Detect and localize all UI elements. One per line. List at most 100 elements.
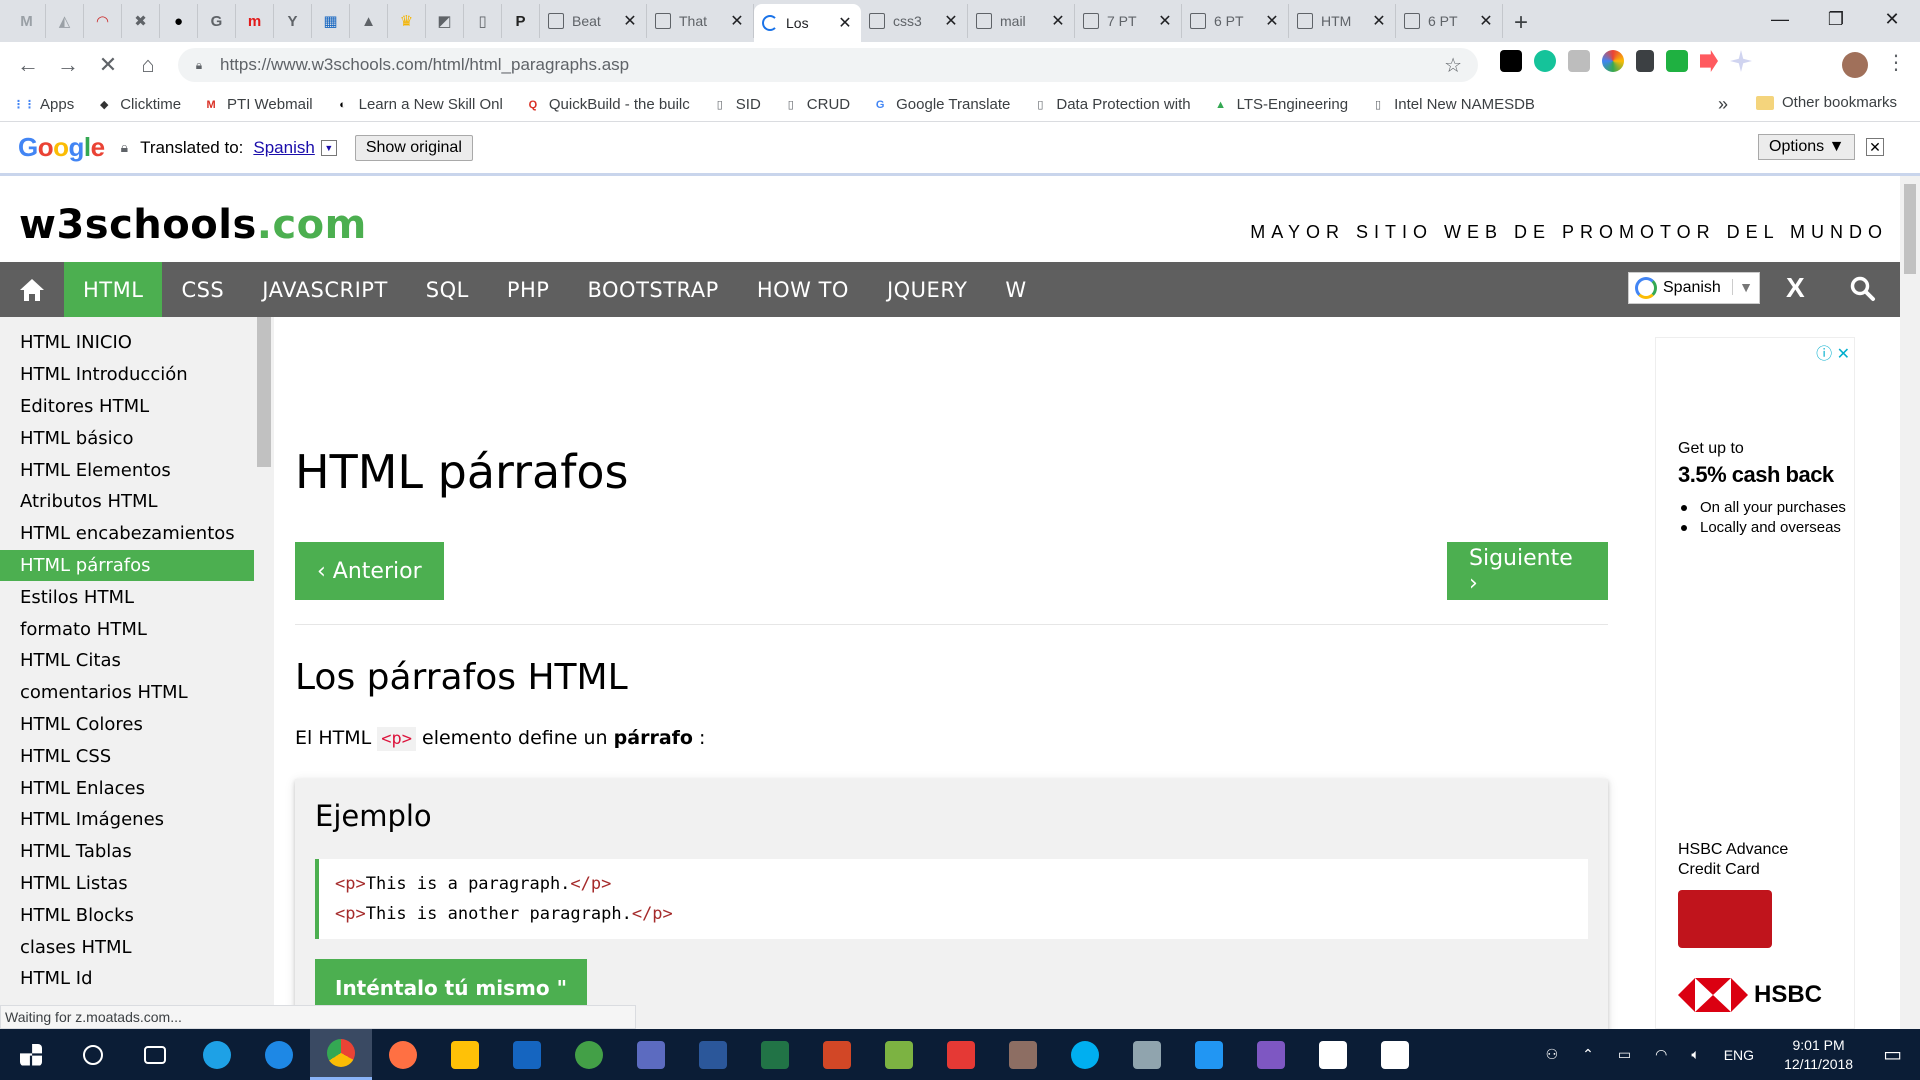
taskbar-button[interactable] xyxy=(1302,1029,1364,1080)
nav-item-css[interactable]: CSS xyxy=(162,262,243,317)
pinned-tab[interactable]: ◩ xyxy=(426,4,464,38)
nav-item-w[interactable]: W xyxy=(986,262,1045,317)
extension-icon[interactable] xyxy=(1700,50,1718,72)
browser-tab[interactable]: That ✕ xyxy=(647,4,754,38)
pinned-tab[interactable]: ● xyxy=(160,4,198,38)
nav-item-how-to[interactable]: HOW TO xyxy=(738,262,868,317)
taskbar-button[interactable] xyxy=(248,1029,310,1080)
taskbar-button[interactable] xyxy=(558,1029,620,1080)
browser-tab[interactable]: HTM ✕ xyxy=(1289,4,1396,38)
sidebar-item[interactable]: HTML párrafos xyxy=(0,549,254,582)
clock[interactable]: 9:01 PM 12/11/2018 xyxy=(1784,1036,1853,1074)
battery-icon[interactable]: ▭ xyxy=(1618,1046,1631,1063)
bookmark-item[interactable]: ▯ Intel New NAMESDB xyxy=(1370,96,1535,113)
taskbar-button[interactable] xyxy=(1240,1029,1302,1080)
close-tab-icon[interactable]: ✕ xyxy=(1157,11,1173,31)
pinned-tab[interactable]: P xyxy=(502,4,540,38)
nav-item-javascript[interactable]: JAVASCRIPT xyxy=(243,262,407,317)
sidebar-item[interactable]: HTML CSS xyxy=(0,740,254,772)
pinned-tab[interactable]: ▦ xyxy=(312,4,350,38)
sidebar-item[interactable]: HTML Tablas xyxy=(0,836,254,868)
close-tab-icon[interactable]: ✕ xyxy=(1478,11,1494,31)
sidebar-item[interactable]: HTML básico xyxy=(0,422,254,454)
taskbar-button[interactable] xyxy=(930,1029,992,1080)
address-bar[interactable]: 🔒︎ https://www.w3schools.com/html/html_p… xyxy=(178,48,1478,82)
minimize-icon[interactable]: — xyxy=(1752,0,1808,38)
grammarly-icon[interactable] xyxy=(1534,50,1556,72)
pinned-tab[interactable]: ✖ xyxy=(122,4,160,38)
sidebar-item[interactable]: HTML Listas xyxy=(0,868,254,900)
close-tab-icon[interactable]: ✕ xyxy=(1264,11,1280,31)
taskbar-button[interactable] xyxy=(868,1029,930,1080)
sidebar-item[interactable]: formato HTML xyxy=(0,613,254,645)
page-scrollbar[interactable] xyxy=(1900,176,1920,1029)
bookmark-item[interactable]: M PTI Webmail xyxy=(203,96,312,113)
megaphone-icon[interactable] xyxy=(1636,50,1654,72)
bookmark-item[interactable]: ▯ Data Protection with xyxy=(1032,96,1190,113)
nav-item-php[interactable]: PHP xyxy=(488,262,569,317)
language-select[interactable]: Spanish ▼ xyxy=(1628,272,1760,304)
pinned-tab[interactable]: ▯ xyxy=(464,4,502,38)
taskbar-button[interactable] xyxy=(682,1029,744,1080)
bookmarks-overflow-icon[interactable]: » xyxy=(1718,94,1728,115)
browser-tab[interactable]: css3 ✕ xyxy=(861,4,968,38)
other-bookmarks[interactable]: Other bookmarks xyxy=(1756,94,1897,111)
bookmark-item[interactable]: Q QuickBuild - the builc xyxy=(525,96,690,113)
bookmark-item[interactable]: ⋮⋮ Apps xyxy=(13,96,74,113)
maximize-icon[interactable]: ❐ xyxy=(1808,0,1864,38)
pinned-tab[interactable]: Y xyxy=(274,4,312,38)
taskbar-button[interactable] xyxy=(372,1029,434,1080)
menu-icon[interactable]: ⋮ xyxy=(1886,50,1906,75)
nav-item-bootstrap[interactable]: BOOTSTRAP xyxy=(568,262,737,317)
nav-item-html[interactable]: HTML xyxy=(64,262,163,317)
sidebar-item[interactable]: HTML encabezamientos xyxy=(0,518,254,550)
sidebar-item[interactable]: HTML Imágenes xyxy=(0,804,254,836)
taskbar-button[interactable] xyxy=(62,1029,124,1080)
close-tab-icon[interactable]: ✕ xyxy=(729,11,745,31)
sidebar-item[interactable]: Estilos HTML xyxy=(0,581,254,613)
close-tab-icon[interactable]: ✕ xyxy=(1050,11,1066,31)
bookmark-item[interactable]: ▯ SID xyxy=(712,96,761,113)
browser-tab[interactable]: 7 PT ✕ xyxy=(1075,4,1182,38)
pinned-tab[interactable]: ♛ xyxy=(388,4,426,38)
site-logo[interactable]: w3schools.com xyxy=(19,202,367,248)
browser-tab[interactable]: Beat ✕ xyxy=(540,4,647,38)
taskbar-button[interactable] xyxy=(1178,1029,1240,1080)
extension-icon[interactable] xyxy=(1500,50,1522,72)
taskbar-button[interactable] xyxy=(434,1029,496,1080)
pinned-tab[interactable]: ◠ xyxy=(84,4,122,38)
taskbar-button[interactable] xyxy=(124,1029,186,1080)
browser-tab[interactable]: 6 PT ✕ xyxy=(1396,4,1503,38)
sidebar-item[interactable]: Editores HTML xyxy=(0,391,254,423)
wifi-icon[interactable]: ◠ xyxy=(1655,1046,1667,1063)
bookmark-item[interactable]: G Google Translate xyxy=(872,96,1011,113)
close-tab-icon[interactable]: ✕ xyxy=(1371,11,1387,31)
pinned-tab[interactable]: G xyxy=(198,4,236,38)
close-window-icon[interactable]: ✕ xyxy=(1864,0,1920,38)
close-icon[interactable]: ✕ xyxy=(1866,138,1884,156)
sidebar-item[interactable]: HTML Id xyxy=(0,963,254,995)
sidebar-scroll-thumb[interactable] xyxy=(257,317,271,467)
language-indicator[interactable]: ENG xyxy=(1724,1047,1754,1063)
translate-language-link[interactable]: Spanish xyxy=(253,138,314,158)
extension-icon[interactable] xyxy=(1730,50,1752,72)
sidebar-item[interactable]: HTML Introducción xyxy=(0,359,254,391)
volume-icon[interactable]: 🔈︎ xyxy=(1691,1046,1699,1063)
taskbar-button[interactable] xyxy=(806,1029,868,1080)
taskbar-button[interactable] xyxy=(992,1029,1054,1080)
bookmark-item[interactable]: ◐ Learn a New Skill Onl xyxy=(335,96,503,113)
taskbar-button[interactable] xyxy=(620,1029,682,1080)
bookmark-item[interactable]: ▯ CRUD xyxy=(783,96,850,113)
page-scroll-thumb[interactable] xyxy=(1904,184,1916,274)
chevron-down-icon[interactable]: ▼ xyxy=(320,139,337,156)
extension-icon[interactable] xyxy=(1602,50,1624,72)
pinned-tab[interactable]: m xyxy=(236,4,274,38)
bookmark-item[interactable]: ▲ LTS-Engineering xyxy=(1213,96,1348,113)
sidebar-item[interactable]: HTML Elementos xyxy=(0,454,254,486)
taskbar-button[interactable] xyxy=(1054,1029,1116,1080)
bookmark-item[interactable]: ◆ Clicktime xyxy=(96,96,181,113)
nav-item-jquery[interactable]: JQUERY xyxy=(868,262,986,317)
show-original-button[interactable]: Show original xyxy=(354,134,473,161)
advertisement[interactable]: ⓘ ✕ Get up to 3.5% cash back On all your… xyxy=(1655,337,1855,1029)
sidebar-item[interactable]: HTML Blocks xyxy=(0,899,254,931)
